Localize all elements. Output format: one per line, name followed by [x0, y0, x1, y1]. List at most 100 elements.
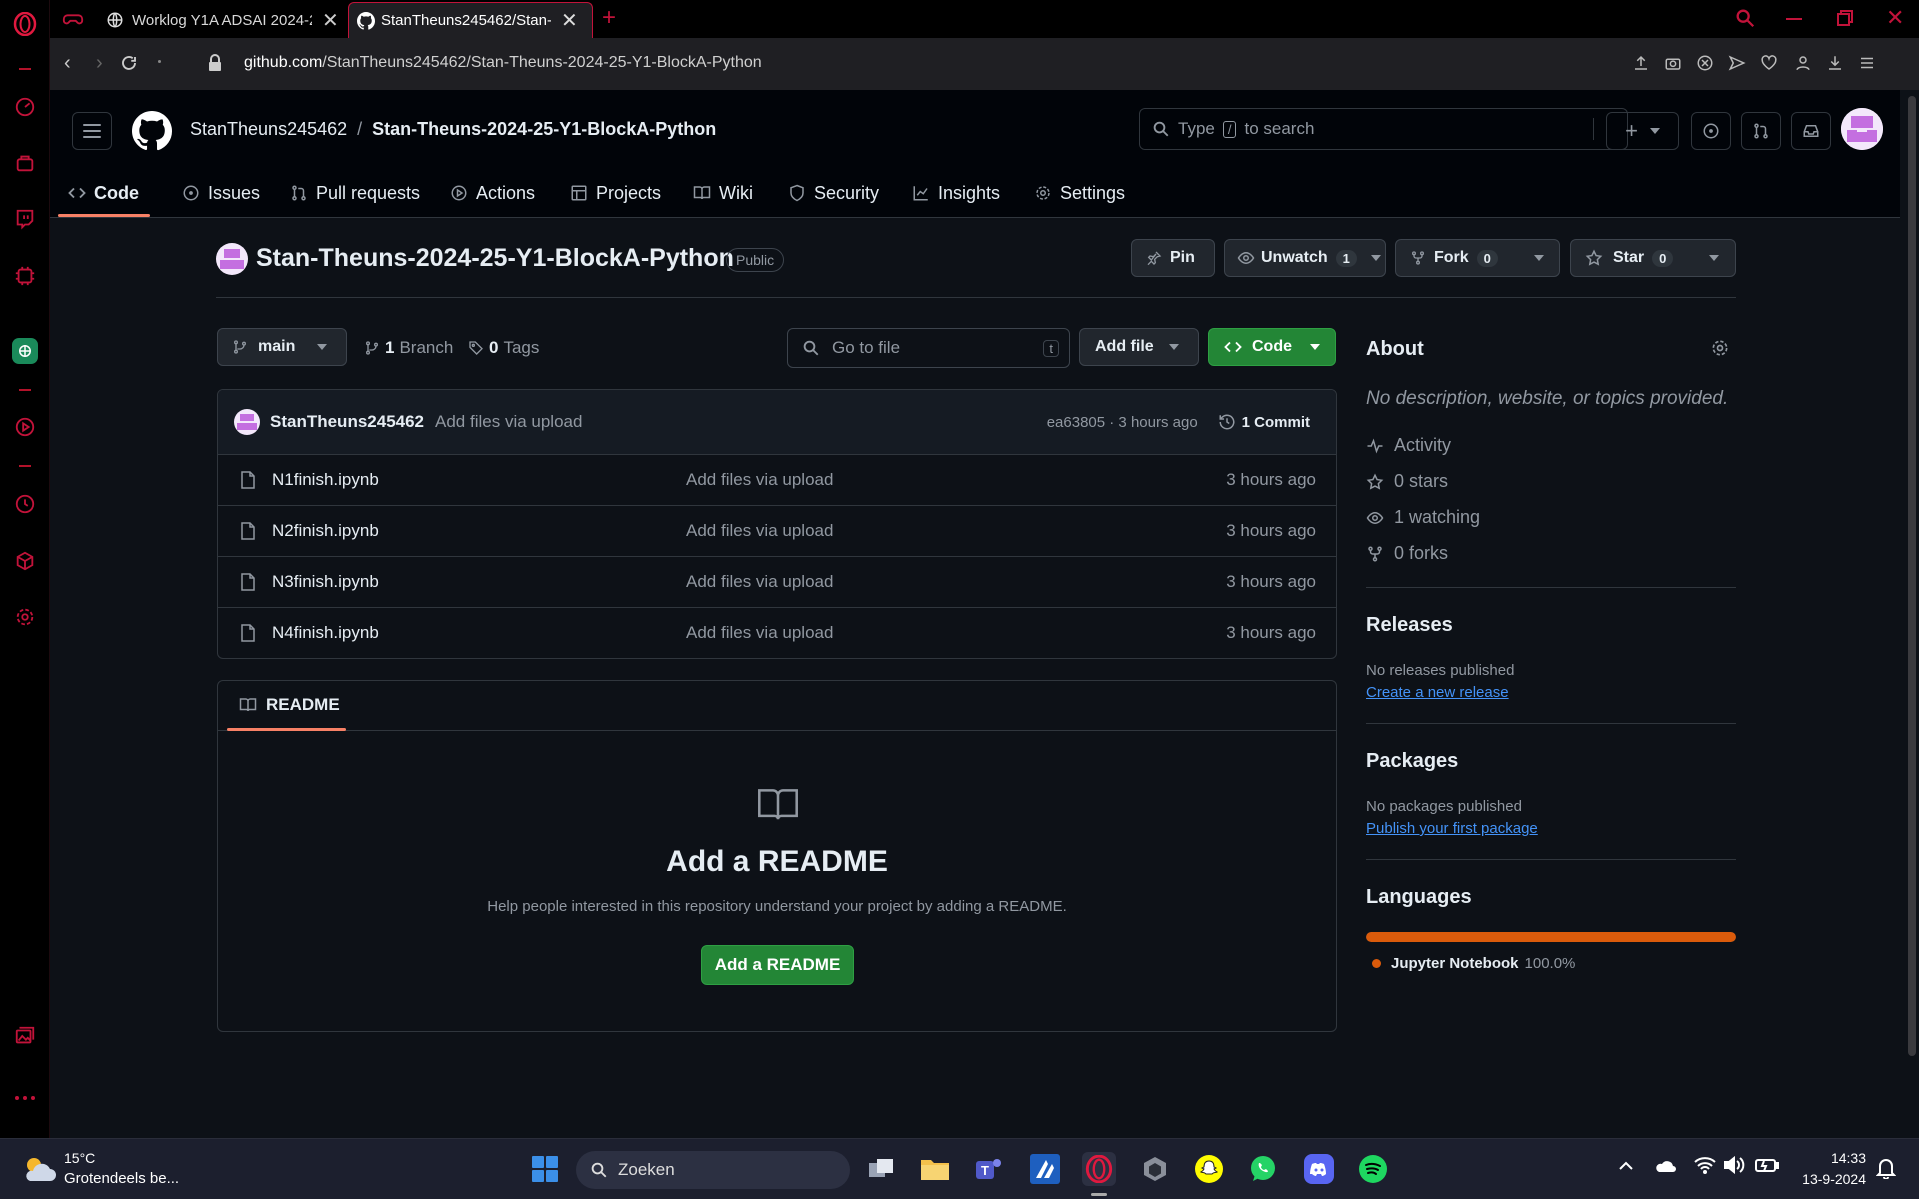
browser-tab-github[interactable]: StanTheuns245462/Stan-Th ✕ — [348, 2, 593, 38]
opera-logo-icon[interactable] — [12, 11, 38, 37]
file-explorer-icon[interactable] — [918, 1152, 952, 1186]
tab-issues[interactable]: Issues — [182, 178, 260, 208]
stars-link[interactable]: 0 stars — [1366, 471, 1448, 492]
create-new-button[interactable]: + — [1606, 112, 1679, 150]
star-button[interactable]: Star 0 — [1570, 239, 1736, 277]
visual-studio-icon[interactable] — [1028, 1152, 1062, 1186]
tab-projects[interactable]: Projects — [570, 178, 661, 208]
taskbar-search[interactable]: Zoeken — [576, 1151, 850, 1189]
send-icon[interactable] — [1728, 54, 1746, 72]
close-window-icon[interactable]: ✕ — [1886, 5, 1904, 31]
taskbar-time[interactable]: 14:33 — [1790, 1150, 1866, 1166]
file-name[interactable]: N3finish.ipynb — [272, 572, 686, 592]
github-logo-icon[interactable] — [132, 111, 172, 151]
issues-button[interactable] — [1691, 112, 1731, 150]
menu-icon[interactable] — [1858, 54, 1876, 72]
task-view-icon[interactable] — [864, 1152, 898, 1186]
file-row[interactable]: N2finish.ipynb Add files via upload 3 hour… — [218, 505, 1336, 556]
gamepad-icon[interactable] — [62, 8, 84, 30]
forward-icon[interactable]: › — [96, 52, 103, 75]
branch-select[interactable]: main — [217, 328, 347, 366]
file-name[interactable]: N1finish.ipynb — [272, 470, 686, 490]
adblock-icon[interactable] — [1696, 54, 1714, 72]
profile-icon[interactable] — [1794, 54, 1812, 72]
packages-title[interactable]: Packages — [1366, 750, 1458, 773]
taskbar-date[interactable]: 13-9-2024 — [1790, 1171, 1866, 1187]
speed-dial-icon[interactable] — [12, 94, 38, 120]
watching-link[interactable]: 1 watching — [1366, 507, 1480, 528]
pull-requests-button[interactable] — [1741, 112, 1781, 150]
create-release-link[interactable]: Create a new release — [1366, 684, 1509, 701]
readme-tab[interactable]: README — [238, 695, 340, 715]
battery-icon[interactable] — [1755, 1157, 1779, 1173]
reload-icon[interactable] — [120, 54, 138, 72]
close-tab-icon[interactable]: ✕ — [561, 8, 578, 33]
tab-actions[interactable]: Actions — [450, 178, 535, 208]
extensions-cube-icon[interactable] — [12, 548, 38, 574]
shopping-icon[interactable] — [12, 150, 38, 176]
commit-message[interactable]: Add files via upload — [435, 412, 582, 432]
commit-author[interactable]: StanTheuns245462 — [270, 412, 424, 432]
search-input[interactable]: Type / to search — [1139, 108, 1628, 150]
windows-start-icon[interactable] — [528, 1152, 562, 1186]
spotify-icon[interactable] — [1356, 1152, 1390, 1186]
twitch-icon[interactable] — [12, 206, 38, 232]
tab-security[interactable]: Security — [788, 178, 879, 208]
weather-condition[interactable]: Grotendeels be... — [64, 1170, 179, 1187]
settings-gear-icon[interactable] — [12, 604, 38, 630]
tab-wiki[interactable]: Wiki — [693, 178, 753, 208]
tags-link[interactable]: 0 Tags — [468, 338, 539, 358]
pin-button[interactable]: Pin — [1131, 239, 1215, 277]
restore-icon[interactable] — [1836, 9, 1854, 27]
tab-settings[interactable]: Settings — [1034, 178, 1125, 208]
wifi-icon[interactable] — [1694, 1156, 1716, 1174]
lock-icon[interactable] — [208, 54, 222, 72]
discord-icon[interactable] — [1302, 1152, 1336, 1186]
repo-owner-avatar[interactable] — [216, 243, 248, 275]
unity-icon[interactable] — [1138, 1152, 1172, 1186]
new-tab-icon[interactable]: + — [602, 4, 616, 32]
commit-hash-time[interactable]: ea63805 · 3 hours ago — [1047, 414, 1198, 431]
whatsapp-icon[interactable] — [1246, 1152, 1280, 1186]
file-row[interactable]: N3finish.ipynb Add files via upload 3 hour… — [218, 556, 1336, 607]
download-icon[interactable] — [1826, 54, 1844, 72]
releases-title[interactable]: Releases — [1366, 614, 1453, 637]
notification-bell-icon[interactable] — [1876, 1157, 1896, 1179]
tab-pull-requests[interactable]: Pull requests — [290, 178, 420, 208]
player-icon[interactable] — [12, 414, 38, 440]
go-to-file-input[interactable]: Go to file t — [787, 328, 1070, 368]
close-tab-icon[interactable]: ✕ — [322, 8, 339, 33]
breadcrumb-owner[interactable]: StanTheuns245462 — [190, 119, 347, 140]
search-tabs-icon[interactable] — [1734, 7, 1756, 29]
activity-link[interactable]: Activity — [1366, 435, 1451, 456]
file-commit-message[interactable]: Add files via upload — [686, 521, 1226, 541]
about-settings-gear-icon[interactable] — [1710, 338, 1730, 358]
unwatch-button[interactable]: Unwatch 1 — [1224, 239, 1386, 277]
repo-title[interactable]: Stan-Theuns-2024-25-Y1-BlockA-Python — [256, 244, 734, 273]
file-commit-message[interactable]: Add files via upload — [686, 623, 1226, 643]
publish-package-link[interactable]: Publish your first package — [1366, 820, 1538, 837]
heart-icon[interactable] — [1760, 54, 1778, 72]
file-name[interactable]: N2finish.ipynb — [272, 521, 686, 541]
opera-taskbar-icon[interactable] — [1082, 1152, 1116, 1186]
chatgpt-icon[interactable] — [12, 338, 38, 364]
volume-icon[interactable] — [1723, 1156, 1745, 1174]
file-commit-message[interactable]: Add files via upload — [686, 470, 1226, 490]
chevron-up-icon[interactable] — [1618, 1161, 1634, 1171]
file-row[interactable]: N4finish.ipynb Add files via upload 3 hour… — [218, 607, 1336, 658]
browser-tab-worklog[interactable]: Worklog Y1A ADSAI 2024-2 ✕ — [98, 2, 388, 38]
file-name[interactable]: N4finish.ipynb — [272, 623, 686, 643]
minimize-icon[interactable] — [1786, 18, 1802, 20]
snapchat-icon[interactable] — [1192, 1152, 1226, 1186]
avatar[interactable] — [1841, 108, 1883, 150]
url-field[interactable]: github.com/StanTheuns245462/Stan-Theuns-… — [244, 54, 762, 72]
tab-insights[interactable]: Insights — [912, 178, 1000, 208]
fork-button[interactable]: Fork 0 — [1395, 239, 1560, 277]
back-icon[interactable]: ‹ — [64, 52, 71, 75]
add-readme-button[interactable]: Add a README — [701, 945, 854, 985]
share-icon[interactable] — [1632, 54, 1650, 72]
gallery-icon[interactable] — [12, 1023, 38, 1049]
page-scrollbar-thumb[interactable] — [1908, 96, 1916, 1056]
history-icon[interactable] — [12, 491, 38, 517]
inbox-button[interactable] — [1791, 112, 1831, 150]
